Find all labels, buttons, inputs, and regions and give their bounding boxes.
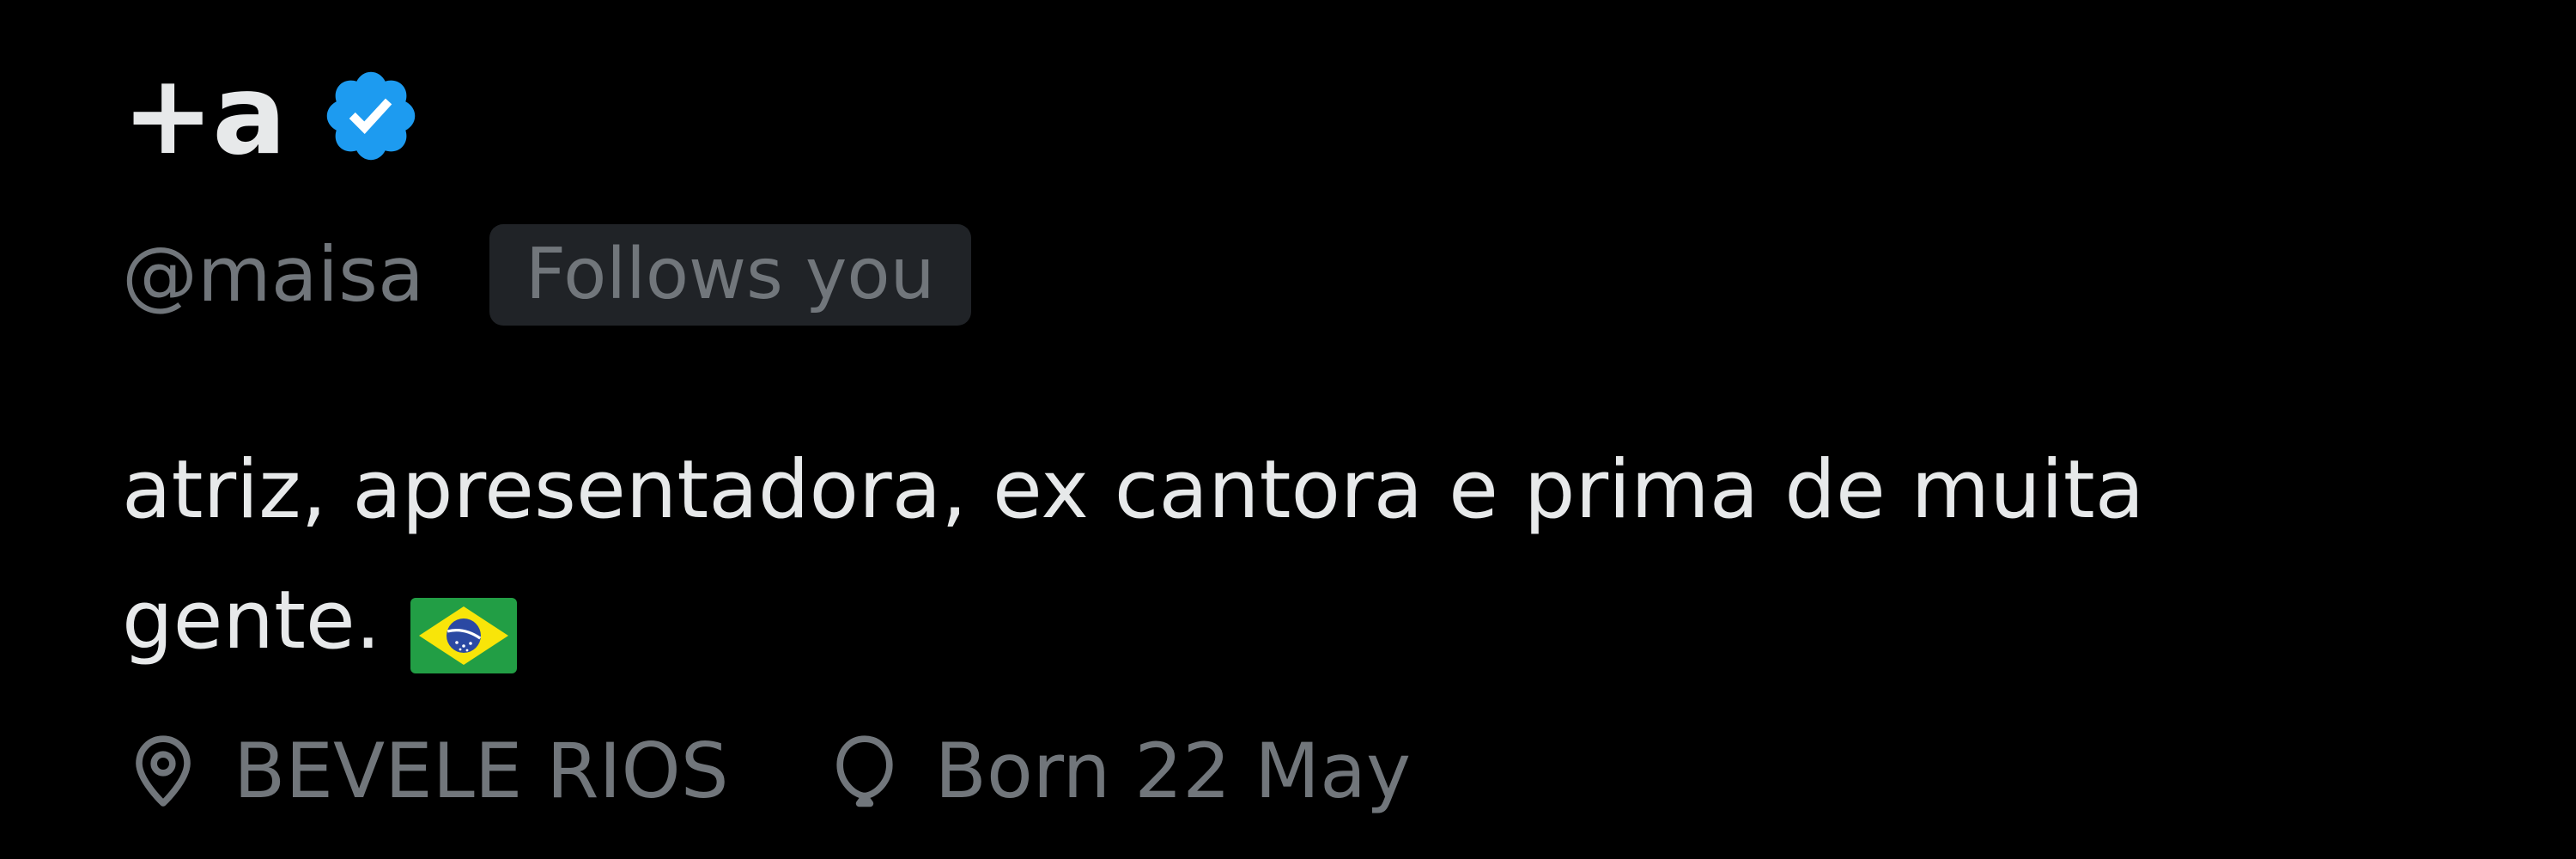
display-name: +a xyxy=(122,52,287,180)
name-row: +a xyxy=(122,43,422,189)
bio-line-2: gente. xyxy=(122,574,381,667)
profile-header: +a @maisa Follows you atriz, apresentado… xyxy=(122,0,2526,859)
birthday-item: Born 22 May xyxy=(823,727,1411,815)
handle-row: @maisa Follows you xyxy=(122,219,971,331)
location-pin-icon xyxy=(122,729,204,812)
brazil-flag-icon xyxy=(410,582,517,674)
user-handle: @maisa xyxy=(122,230,424,319)
birthday-text: Born 22 May xyxy=(934,726,1412,815)
balloon-icon xyxy=(823,729,906,812)
location-item: BEVELE RIOS xyxy=(122,727,729,815)
profile-meta-row: BEVELE RIOS Born 22 May xyxy=(122,715,1411,826)
verified-badge-icon[interactable] xyxy=(319,64,422,168)
follows-you-badge: Follows you xyxy=(489,224,971,326)
location-text: BEVELE RIOS xyxy=(234,726,729,815)
profile-bio: atriz, apresentadora, ex cantora e prima… xyxy=(122,425,2440,686)
bio-line-1: atriz, apresentadora, ex cantora e prima… xyxy=(122,443,2145,537)
bio-line-2-container: gente. xyxy=(122,556,2440,686)
